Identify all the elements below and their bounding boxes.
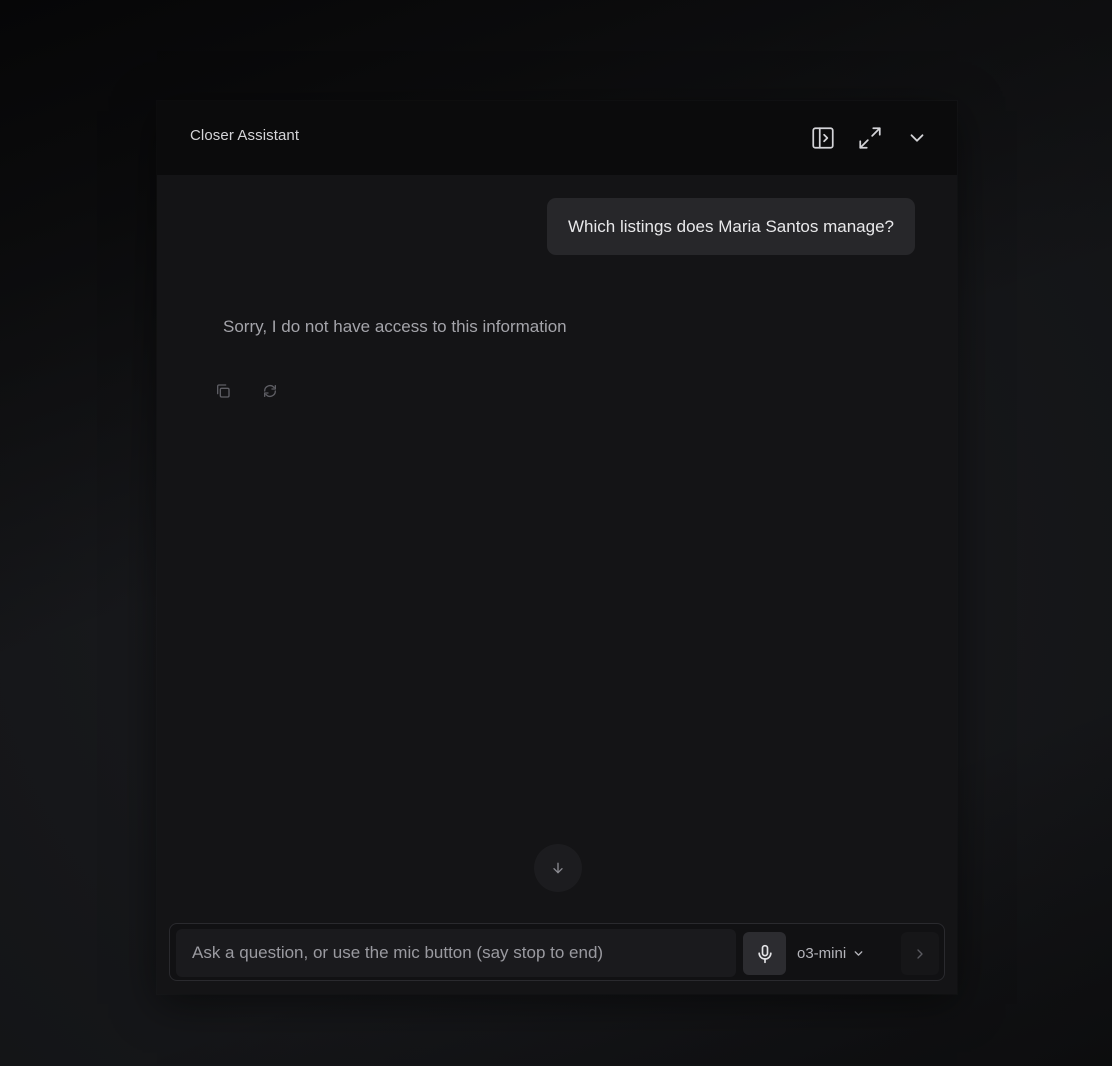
arrow-down-icon bbox=[553, 862, 563, 874]
expand-arrows-icon bbox=[859, 127, 881, 149]
chevron-down-icon bbox=[910, 134, 924, 142]
assistant-panel: Closer Assistant Which listings does Mar… bbox=[157, 101, 957, 994]
expand-button[interactable] bbox=[854, 122, 886, 154]
chevron-down-icon bbox=[854, 951, 863, 956]
user-message-bubble: Which listings does Maria Santos manage? bbox=[547, 198, 915, 255]
panel-header: Closer Assistant bbox=[157, 101, 957, 175]
panel-title: Closer Assistant bbox=[190, 127, 300, 144]
microphone-icon bbox=[757, 944, 772, 963]
send-button[interactable] bbox=[901, 932, 939, 975]
model-select[interactable]: o3-mini bbox=[797, 932, 865, 975]
copy-message-button[interactable] bbox=[212, 380, 234, 402]
chevron-right-icon bbox=[917, 948, 923, 959]
message-composer: o3-mini bbox=[169, 923, 945, 981]
user-message-text: Which listings does Maria Santos manage? bbox=[568, 216, 894, 236]
mic-button[interactable] bbox=[743, 932, 786, 975]
panel-right-icon bbox=[812, 127, 834, 149]
copy-icon bbox=[217, 384, 230, 398]
collapse-button[interactable] bbox=[901, 122, 933, 154]
toggle-sidebar-button[interactable] bbox=[807, 122, 839, 154]
refresh-icon bbox=[264, 385, 276, 397]
assistant-message-text: Sorry, I do not have access to this info… bbox=[223, 317, 567, 336]
regenerate-message-button[interactable] bbox=[259, 380, 281, 402]
scroll-to-bottom-button[interactable] bbox=[534, 844, 582, 892]
model-select-label: o3-mini bbox=[797, 945, 847, 962]
question-input[interactable] bbox=[176, 929, 736, 977]
